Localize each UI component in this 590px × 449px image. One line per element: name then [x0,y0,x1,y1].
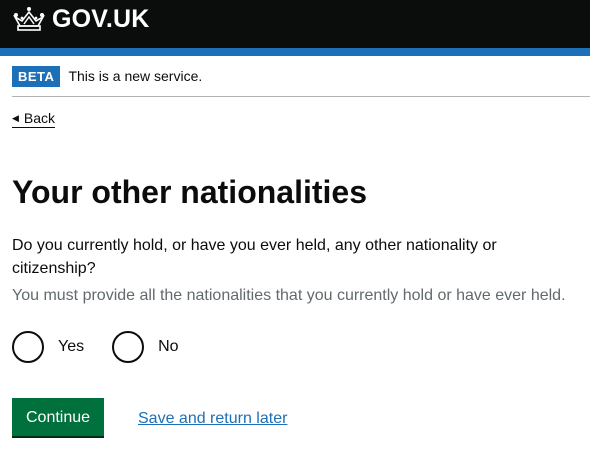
page-title: Your other nationalities [12,174,367,210]
question-legend: Do you currently hold, or have you ever … [12,237,497,277]
govuk-logo[interactable]: GOV.UK [12,4,150,34]
back-link-label: Back [23,110,56,126]
radio-option-no[interactable]: No [112,331,179,363]
triangle-left-icon: ◀ [12,112,19,123]
radio-label-yes[interactable]: Yes [58,338,84,356]
site-header: GOV.UK [0,0,590,48]
question-hint: You must provide all the nationalities t… [12,287,566,304]
save-and-return-link[interactable]: Save and return later [138,408,287,429]
crown-icon [12,5,46,33]
nationality-radios: Yes No [12,331,207,363]
radio-button-yes[interactable] [12,331,44,363]
radio-button-no[interactable] [112,331,145,363]
back-link[interactable]: ◀ Back [12,110,56,128]
phase-banner: BETA This is a new service. [12,66,590,96]
phase-banner-divider [12,96,590,97]
phase-tag: BETA [12,66,61,87]
phase-banner-text: This is a new service. [68,68,203,84]
logo-text: GOV.UK [52,5,150,33]
radio-label-no[interactable]: No [158,338,178,356]
header-accent-bar [0,48,590,56]
radio-option-yes[interactable]: Yes [12,331,84,363]
continue-button[interactable]: Continue [12,398,105,436]
